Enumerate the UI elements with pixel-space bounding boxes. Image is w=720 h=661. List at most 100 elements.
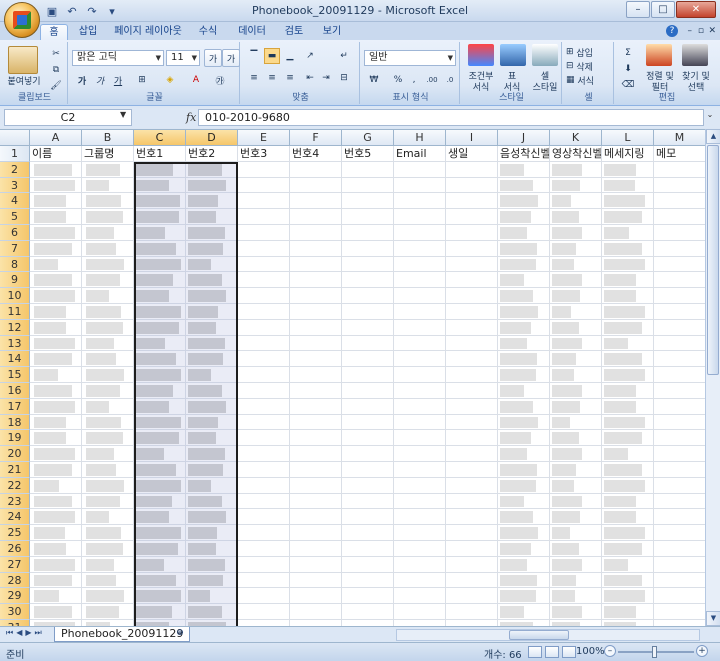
grid-cell[interactable]	[290, 462, 342, 478]
row-header[interactable]: 13	[0, 335, 30, 352]
grid-cell[interactable]	[238, 225, 290, 241]
grid-cell[interactable]	[446, 383, 498, 399]
header-cell[interactable]: 번호3	[238, 146, 290, 162]
grid-cell[interactable]	[238, 193, 290, 210]
grid-cell[interactable]	[238, 240, 290, 257]
grid-cell[interactable]	[290, 256, 342, 273]
grid-cell[interactable]	[342, 604, 394, 620]
paste-button[interactable]: 붙여넣기	[4, 74, 44, 87]
grid-cell[interactable]	[446, 446, 498, 462]
header-cell[interactable]: 메세지링	[602, 146, 654, 162]
grid-cell[interactable]	[238, 446, 290, 462]
row-header[interactable]: 12	[0, 319, 30, 336]
grid-cell[interactable]	[654, 383, 706, 399]
grid-cell[interactable]	[290, 541, 342, 557]
row-header[interactable]: 21	[0, 462, 30, 478]
column-header-l[interactable]: L	[602, 130, 654, 146]
grid-cell[interactable]	[238, 604, 290, 620]
grid-cell[interactable]	[654, 398, 706, 415]
row-header[interactable]: 14	[0, 351, 30, 368]
grid-cell[interactable]	[654, 351, 706, 368]
header-cell[interactable]: 번호1	[134, 146, 186, 162]
grid-cell[interactable]	[342, 304, 394, 320]
insert-sheet-icon[interactable]: ⊕	[172, 628, 188, 641]
copy-icon[interactable]: ⧉	[48, 62, 64, 78]
zoom-slider-handle[interactable]	[652, 646, 657, 658]
tab-data[interactable]: 데이터	[234, 24, 270, 40]
grid-cell[interactable]	[238, 493, 290, 510]
percent-button[interactable]: %	[390, 72, 406, 88]
row-header[interactable]: 9	[0, 272, 30, 289]
grid-cell[interactable]	[446, 541, 498, 557]
grid-cell[interactable]	[446, 604, 498, 620]
cut-icon[interactable]: ✂	[48, 46, 64, 62]
grid-cell[interactable]	[654, 161, 706, 178]
grid-cell[interactable]	[394, 414, 446, 431]
grid-cell[interactable]	[654, 367, 706, 383]
grid-cell[interactable]	[342, 462, 394, 478]
grid-cell[interactable]	[654, 493, 706, 510]
row-header[interactable]: 5	[0, 209, 30, 225]
grid-cell[interactable]	[446, 288, 498, 304]
align-bottom-icon[interactable]: ▁	[282, 48, 298, 64]
grid-cell[interactable]	[446, 240, 498, 257]
grid-cell[interactable]	[446, 272, 498, 289]
grid-cell[interactable]	[446, 304, 498, 320]
grid-cell[interactable]	[654, 304, 706, 320]
row-header[interactable]: 26	[0, 541, 30, 557]
column-header-k[interactable]: K	[550, 130, 602, 146]
grid-cell[interactable]	[446, 161, 498, 178]
grid-cell[interactable]	[342, 319, 394, 336]
grid-cell[interactable]	[342, 272, 394, 289]
grid-cell[interactable]	[446, 556, 498, 573]
grid-cell[interactable]	[394, 193, 446, 210]
decrease-indent-icon[interactable]: ⇤	[302, 70, 318, 86]
grid-cell[interactable]	[394, 335, 446, 352]
scroll-down-icon[interactable]: ▼	[706, 611, 720, 626]
worksheet-grid[interactable]: A B C D E F G H I J K L M 1 이름 그룹명 번호1 번호2 번호3 번호4 번호5 Email 생…	[0, 129, 720, 626]
column-header-c[interactable]: C	[134, 130, 186, 146]
grid-cell[interactable]	[654, 604, 706, 620]
column-header-b[interactable]: B	[82, 130, 134, 146]
header-cell[interactable]: Email	[394, 146, 446, 162]
grid-cell[interactable]	[342, 430, 394, 447]
ribbon-minimize-icon[interactable]: –	[688, 26, 693, 36]
grid-cell[interactable]	[238, 335, 290, 352]
grid-cell[interactable]	[238, 525, 290, 541]
grow-font-icon[interactable]: 가	[204, 49, 222, 67]
grid-cell[interactable]	[446, 462, 498, 478]
increase-indent-icon[interactable]: ⇥	[318, 70, 334, 86]
column-header-i[interactable]: I	[446, 130, 498, 146]
grid-cell[interactable]	[290, 493, 342, 510]
currency-button[interactable]: ₩	[366, 72, 382, 88]
grid-cell[interactable]	[290, 446, 342, 462]
grid-cell[interactable]	[394, 177, 446, 194]
grid-cell[interactable]	[290, 477, 342, 494]
prev-sheet-icon[interactable]: ◀	[16, 628, 22, 638]
scroll-up-icon[interactable]: ▲	[706, 129, 720, 144]
grid-cell[interactable]	[394, 541, 446, 557]
grid-cell[interactable]	[290, 588, 342, 605]
tab-formulas[interactable]: 수식	[194, 24, 222, 40]
grid-cell[interactable]	[238, 319, 290, 336]
chevron-down-icon[interactable]: ▼	[120, 110, 126, 119]
grid-cell[interactable]	[654, 177, 706, 194]
grid-cell[interactable]	[394, 256, 446, 273]
row-header[interactable]: 27	[0, 556, 30, 573]
grid-cell[interactable]	[394, 572, 446, 589]
grid-cell[interactable]	[342, 209, 394, 225]
grid-cell[interactable]	[342, 288, 394, 304]
tab-insert[interactable]: 삽입	[74, 24, 102, 40]
column-header-j[interactable]: J	[498, 130, 550, 146]
shrink-font-icon[interactable]: 가	[222, 49, 240, 67]
grid-cell[interactable]	[654, 414, 706, 431]
grid-cell[interactable]	[342, 351, 394, 368]
align-right-icon[interactable]: ≡	[282, 70, 298, 86]
font-size-combo[interactable]: 11 ▼	[166, 50, 200, 66]
grid-cell[interactable]	[342, 193, 394, 210]
border-icon[interactable]: ⊞	[134, 72, 150, 88]
ribbon-close-icon[interactable]: ✕	[708, 26, 716, 36]
normal-view-icon[interactable]	[528, 646, 542, 658]
grid-cell[interactable]	[394, 161, 446, 178]
row-header[interactable]: 7	[0, 240, 30, 257]
